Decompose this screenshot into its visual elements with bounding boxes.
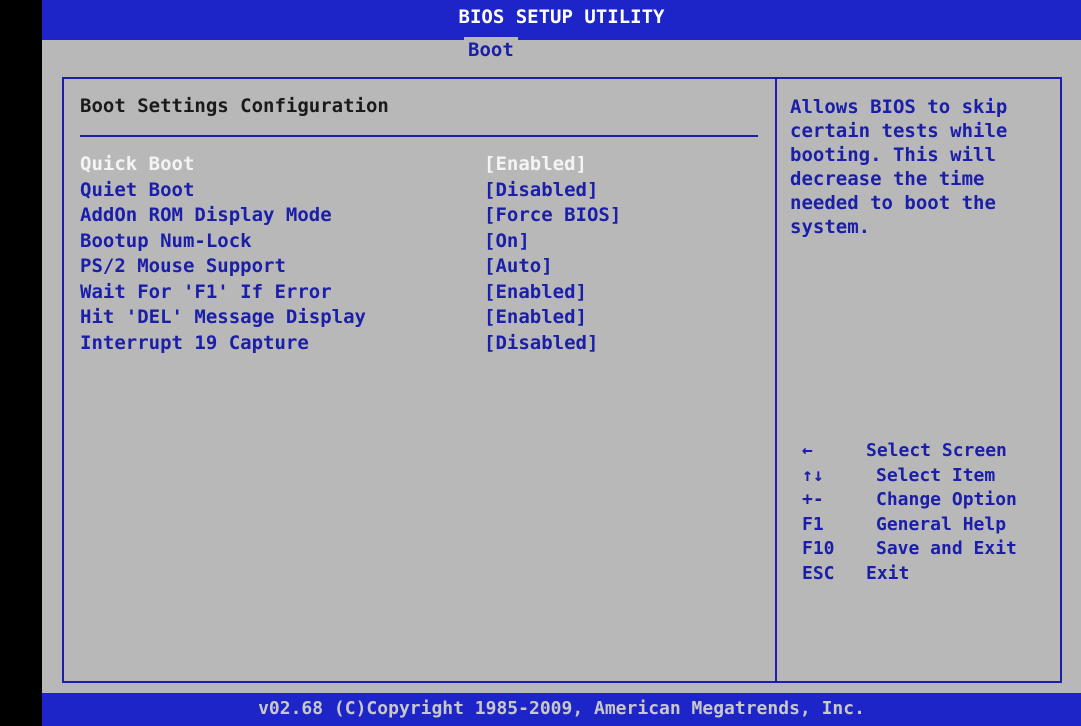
key-description: General Help [876,513,1007,535]
setting-value[interactable]: [Disabled] [484,331,598,357]
key-f1: F1 [802,513,824,535]
plus-minus-icon: +- [802,489,824,510]
setting-addon-rom-display-mode[interactable]: AddOn ROM Display Mode [Force BIOS] [80,203,770,229]
section-rule [80,135,758,137]
key-row: +- Change Option [802,488,1062,513]
setting-value[interactable]: [Auto] [484,254,553,280]
bios-screen: BIOS SETUP UTILITY Boot Boot Settings Co… [42,0,1081,726]
key-description: Select Screen [866,440,1007,461]
key-f10: F10 [802,538,835,559]
left-arrow-icon: ← [802,440,813,461]
up-down-arrow-icon: ↑↓ [802,464,824,486]
setting-value[interactable]: [Disabled] [484,178,598,204]
key-description: Change Option [876,489,1017,510]
setting-interrupt-19-capture[interactable]: Interrupt 19 Capture [Disabled] [80,331,770,357]
setting-ps2-mouse-support[interactable]: PS/2 Mouse Support [Auto] [80,254,770,280]
setting-quick-boot[interactable]: Quick Boot [Enabled] [80,152,770,178]
setting-label: Quiet Boot [80,178,195,201]
key-description: Save and Exit [876,538,1017,559]
setting-label: Quick Boot [80,153,195,175]
setting-value[interactable]: [Enabled] [484,152,587,178]
key-row: ESC Exit [802,562,1062,587]
setting-value[interactable]: [Enabled] [484,280,587,306]
key-description: Exit [866,562,910,584]
setting-label: Hit 'DEL' Message Display [80,306,366,328]
tab-boot[interactable]: Boot [464,37,518,63]
setting-quiet-boot[interactable]: Quiet Boot [Disabled] [80,178,770,204]
key-row: F1 General Help [802,513,1062,538]
setting-bootup-num-lock[interactable]: Bootup Num-Lock [On] [80,229,770,255]
key-row: ← Select Screen [802,439,1062,464]
key-row: F10 Save and Exit [802,537,1062,562]
main-frame: Boot Settings Configuration Quick Boot [… [62,77,1062,683]
setting-label: Wait For 'F1' If Error [80,280,332,303]
app-title: BIOS SETUP UTILITY [458,6,665,28]
section-title: Boot Settings Configuration [80,95,389,117]
copyright-text: v02.68 (C)Copyright 1985-2009, American … [258,698,865,719]
setting-label: AddOn ROM Display Mode [80,204,332,226]
setting-label: Bootup Num-Lock [80,229,252,252]
setting-value[interactable]: [On] [484,229,530,255]
key-legend: ← Select Screen ↑↓ Select Item +- Change… [802,439,1062,586]
panel-divider [775,79,777,681]
setting-hit-del-message[interactable]: Hit 'DEL' Message Display [Enabled] [80,305,770,331]
footer-bar: v02.68 (C)Copyright 1985-2009, American … [42,693,1081,726]
title-bar: BIOS SETUP UTILITY [42,0,1081,40]
key-esc: ESC [802,562,835,584]
setting-value[interactable]: [Force BIOS] [484,203,621,229]
settings-list: Quick Boot [Enabled] Quiet Boot [Disable… [80,152,770,356]
help-text: Allows BIOS to skip certain tests while … [790,96,1008,238]
key-row: ↑↓ Select Item [802,464,1062,489]
setting-label: Interrupt 19 Capture [80,331,309,354]
setting-wait-for-f1[interactable]: Wait For 'F1' If Error [Enabled] [80,280,770,306]
key-description: Select Item [876,464,996,486]
setting-label: PS/2 Mouse Support [80,255,286,277]
setting-value[interactable]: [Enabled] [484,305,587,331]
